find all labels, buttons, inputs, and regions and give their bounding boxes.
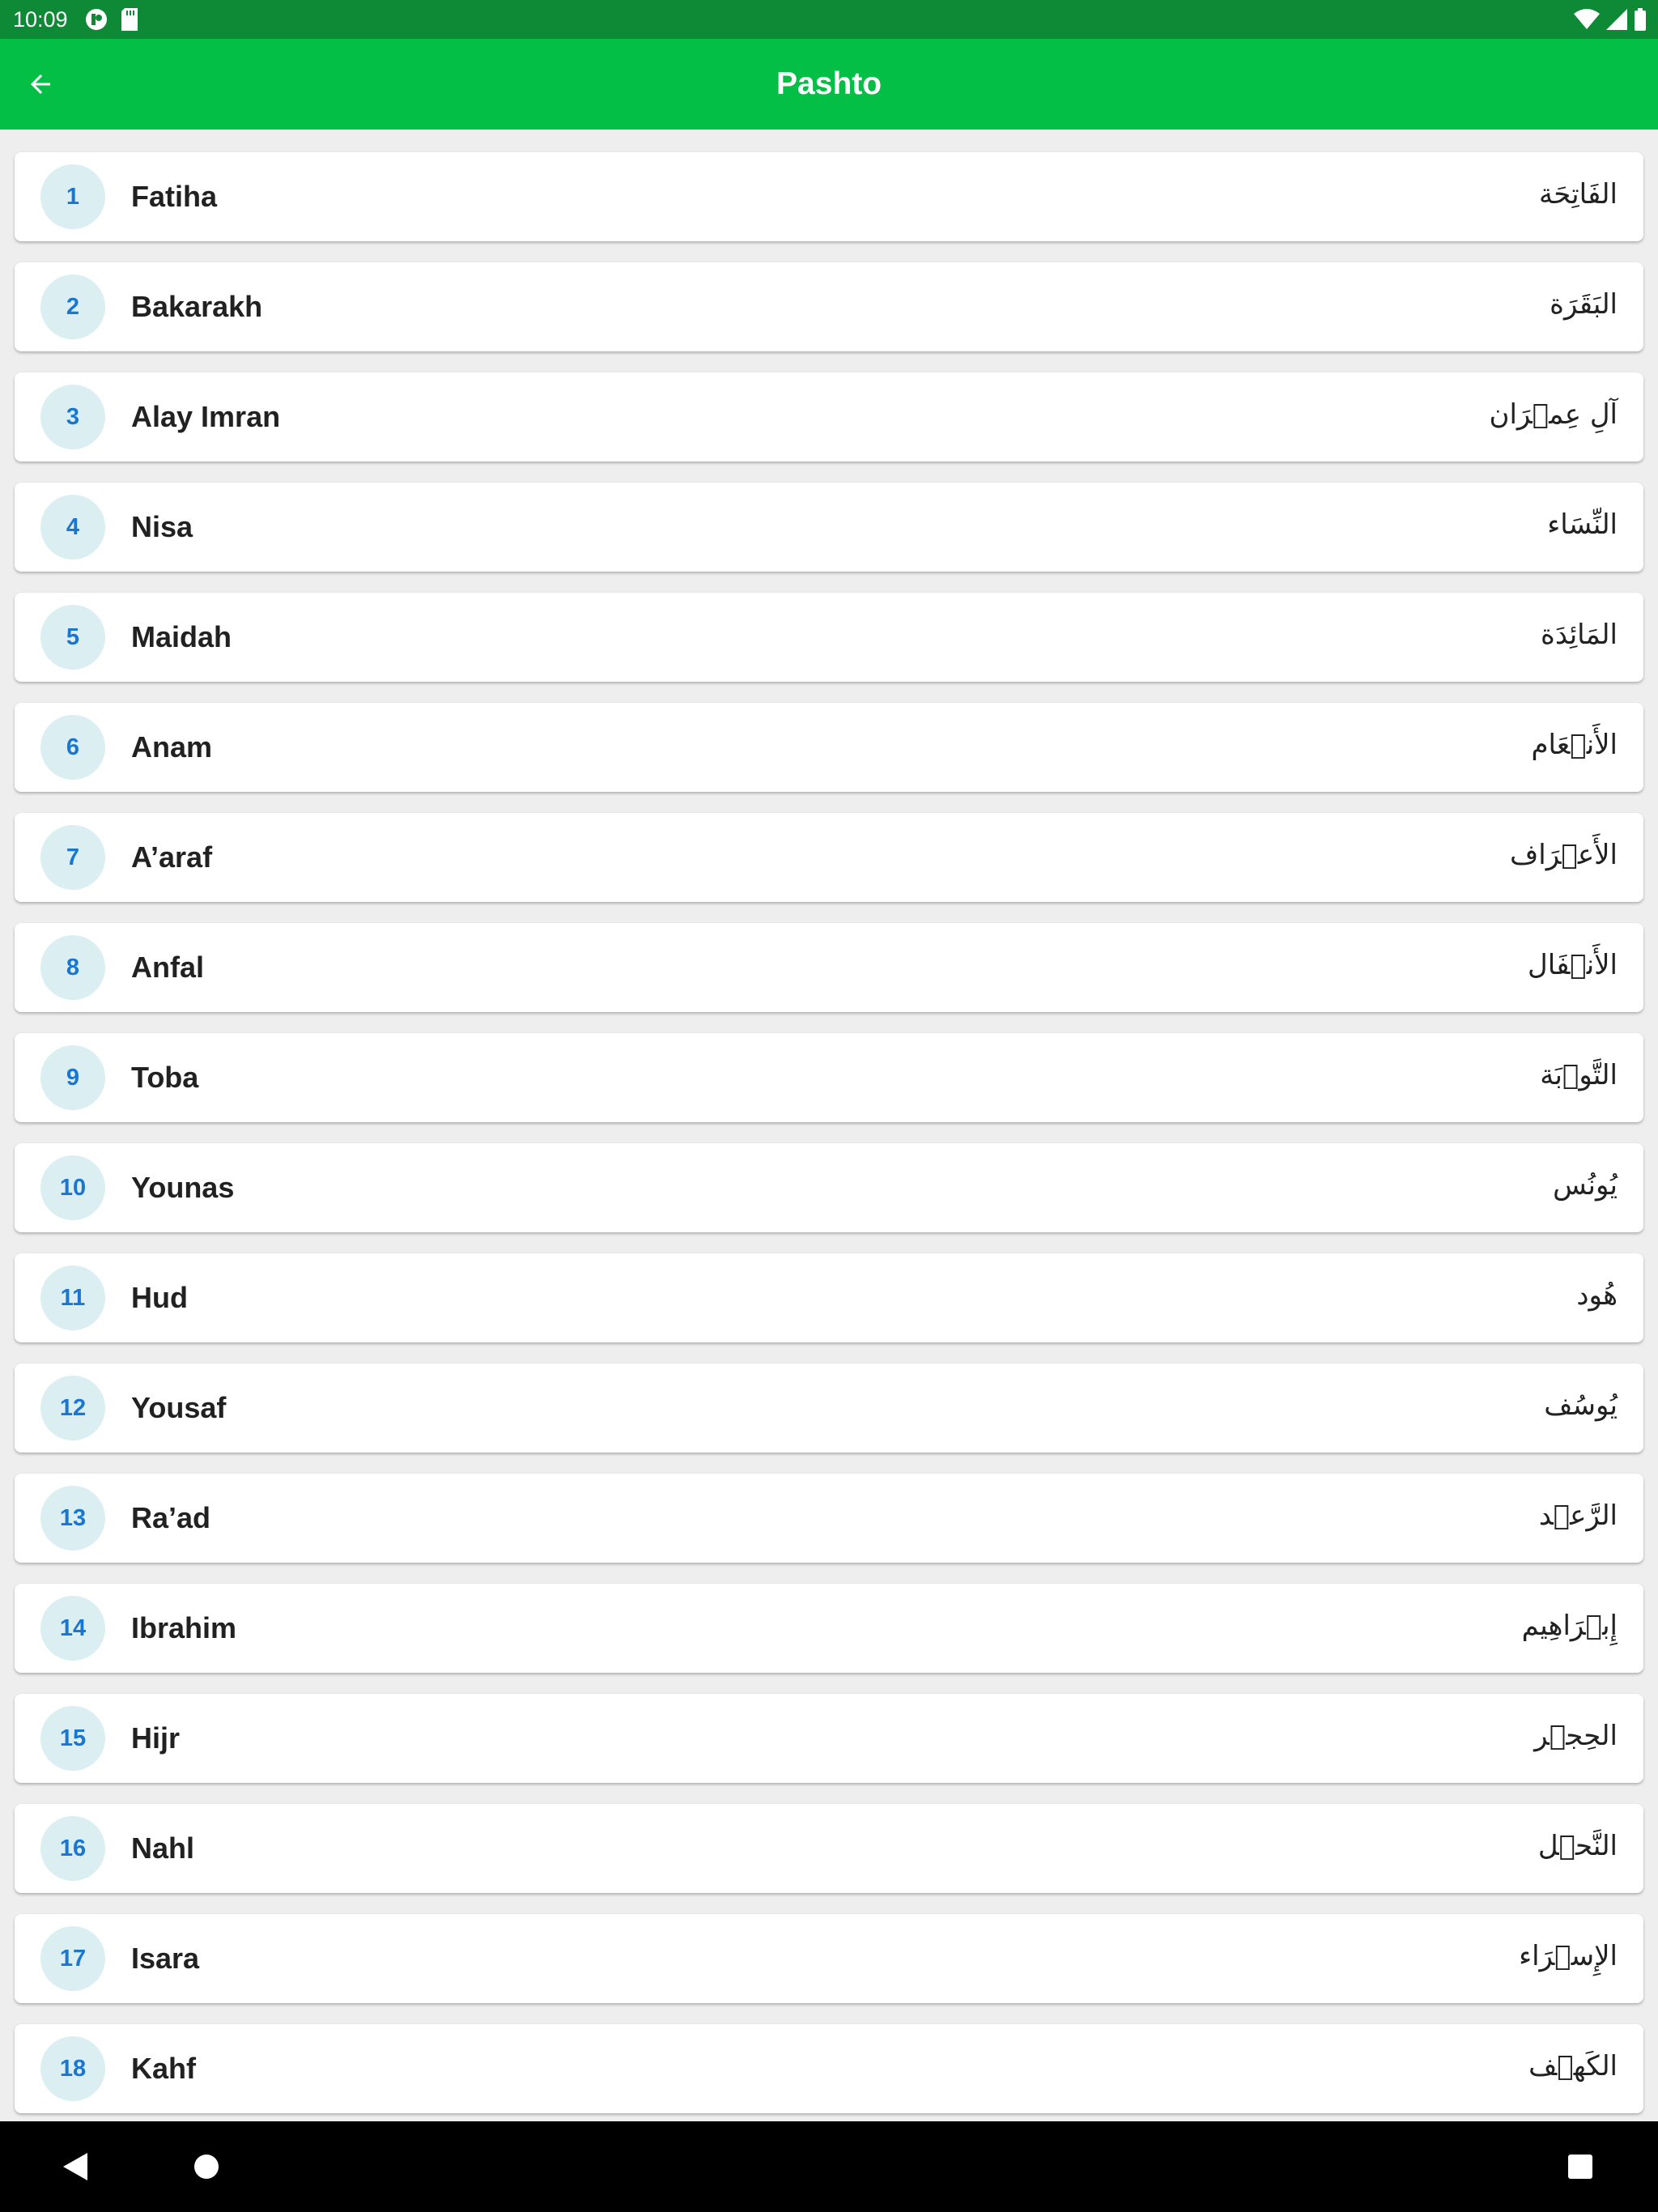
surah-arabic-name: المَائِدَة bbox=[1541, 619, 1618, 651]
status-system-icons bbox=[1574, 7, 1647, 32]
surah-arabic-name: يُونُس bbox=[1553, 1169, 1618, 1202]
surah-number-badge: 1 bbox=[40, 164, 105, 229]
surah-item[interactable]: 4 Nisa النِّسَاء bbox=[15, 483, 1643, 572]
surah-name: Younas bbox=[131, 1171, 235, 1204]
surah-number-badge: 14 bbox=[40, 1596, 105, 1661]
surah-name: Anam bbox=[131, 730, 213, 764]
surah-number-badge: 6 bbox=[40, 715, 105, 780]
square-recents-icon bbox=[1568, 2155, 1592, 2179]
surah-item[interactable]: 11 Hud هُود bbox=[15, 1253, 1643, 1342]
surah-name: Anfal bbox=[131, 951, 204, 984]
surah-item[interactable]: 8 Anfal الأَنۡفَال bbox=[15, 923, 1643, 1012]
surah-arabic-name: يُوسُف bbox=[1544, 1389, 1618, 1422]
surah-number-badge: 18 bbox=[40, 2036, 105, 2101]
surah-name: Maidah bbox=[131, 620, 232, 653]
arrow-left-icon bbox=[31, 74, 50, 94]
nav-home-button[interactable] bbox=[177, 2138, 236, 2196]
surah-item[interactable]: 2 Bakarakh البَقَرَة bbox=[15, 262, 1643, 351]
surah-number-badge: 10 bbox=[40, 1155, 105, 1220]
surah-name: Nahl bbox=[131, 1831, 195, 1865]
status-notification-icons bbox=[84, 7, 139, 32]
surah-number-badge: 7 bbox=[40, 825, 105, 890]
surah-name: Ibrahim bbox=[131, 1611, 237, 1644]
surah-arabic-name: النِّسَاء bbox=[1547, 508, 1618, 541]
surah-name: Alay Imran bbox=[131, 400, 281, 433]
surah-item[interactable]: 10 Younas يُونُس bbox=[15, 1143, 1643, 1232]
surah-name: Hijr bbox=[131, 1721, 181, 1755]
triangle-back-icon bbox=[63, 2153, 87, 2180]
surah-arabic-name: البَقَرَة bbox=[1550, 288, 1618, 321]
surah-item[interactable]: 17 Isara الإِسۡرَاء bbox=[15, 1914, 1643, 2003]
surah-number-badge: 8 bbox=[40, 935, 105, 1000]
sd-card-icon bbox=[121, 8, 138, 31]
surah-arabic-name: الأَنۡعَام bbox=[1531, 729, 1618, 761]
battery-icon bbox=[1635, 8, 1646, 31]
surah-number-badge: 16 bbox=[40, 1816, 105, 1881]
surah-name: Ra’ad bbox=[131, 1501, 211, 1534]
nav-recents-button[interactable] bbox=[1551, 2138, 1609, 2196]
surah-arabic-name: الفَاتِحَة bbox=[1538, 178, 1618, 211]
surah-name: Nisa bbox=[131, 510, 193, 543]
surah-item[interactable]: 13 Ra’ad الرَّعۡد bbox=[15, 1474, 1643, 1563]
surah-name: Isara bbox=[131, 1942, 200, 1975]
surah-arabic-name: الأَعۡرَاف bbox=[1510, 839, 1618, 871]
surah-arabic-name: الأَنۡفَال bbox=[1528, 949, 1618, 981]
surah-list[interactable]: 1 Fatiha الفَاتِحَة 2 Bakarakh البَقَرَة… bbox=[0, 130, 1658, 2121]
surah-item[interactable]: 1 Fatiha الفَاتِحَة bbox=[15, 152, 1643, 241]
surah-arabic-name: النَّحۡل bbox=[1537, 1830, 1618, 1862]
surah-item[interactable]: 6 Anam الأَنۡعَام bbox=[15, 703, 1643, 792]
surah-arabic-name: الكَهۡف bbox=[1528, 2050, 1618, 2082]
back-button[interactable] bbox=[18, 62, 63, 107]
surah-name: Kahf bbox=[131, 2052, 196, 2085]
surah-item[interactable]: 12 Yousaf يُوسُف bbox=[15, 1363, 1643, 1453]
surah-number-badge: 9 bbox=[40, 1045, 105, 1110]
surah-name: Fatiha bbox=[131, 180, 218, 213]
surah-arabic-name: الحِجۡر bbox=[1534, 1720, 1618, 1752]
surah-arabic-name: التَّوۡبَة bbox=[1540, 1059, 1618, 1091]
surah-arabic-name: هُود bbox=[1576, 1279, 1618, 1312]
surah-arabic-name: إِبۡرَاهِيم bbox=[1521, 1610, 1618, 1642]
surah-number-badge: 2 bbox=[40, 274, 105, 339]
app-bar: Pashto bbox=[0, 39, 1658, 130]
surah-arabic-name: الرَّعۡد bbox=[1538, 1499, 1618, 1532]
circle-home-icon bbox=[194, 2155, 219, 2179]
surah-item[interactable]: 14 Ibrahim إِبۡرَاهِيم bbox=[15, 1584, 1643, 1673]
surah-number-badge: 13 bbox=[40, 1486, 105, 1551]
surah-name: Hud bbox=[131, 1281, 188, 1314]
surah-item[interactable]: 16 Nahl النَّحۡل bbox=[15, 1804, 1643, 1893]
surah-name: A’araf bbox=[131, 840, 213, 874]
surah-item[interactable]: 18 Kahf الكَهۡف bbox=[15, 2024, 1643, 2113]
surah-name: Toba bbox=[131, 1061, 199, 1094]
page-title: Pashto bbox=[776, 66, 882, 101]
surah-number-badge: 15 bbox=[40, 1706, 105, 1771]
surah-number-badge: 4 bbox=[40, 495, 105, 559]
surah-item[interactable]: 5 Maidah المَائِدَة bbox=[15, 593, 1643, 682]
surah-number-badge: 17 bbox=[40, 1926, 105, 1991]
system-nav-bar bbox=[0, 2121, 1658, 2212]
nav-back-button[interactable] bbox=[47, 2138, 105, 2196]
surah-item[interactable]: 15 Hijr الحِجۡر bbox=[15, 1694, 1643, 1783]
surah-number-badge: 12 bbox=[40, 1376, 105, 1440]
surah-item[interactable]: 7 A’araf الأَعۡرَاف bbox=[15, 813, 1643, 902]
cell-signal-icon bbox=[1606, 9, 1627, 30]
status-bar: 10:09 bbox=[0, 0, 1658, 39]
surah-item[interactable]: 9 Toba التَّوۡبَة bbox=[15, 1033, 1643, 1122]
surah-name: Yousaf bbox=[131, 1391, 227, 1424]
surah-item[interactable]: 3 Alay Imran آلِ عِمۡرَان bbox=[15, 372, 1643, 462]
surah-number-badge: 5 bbox=[40, 605, 105, 670]
surah-number-badge: 11 bbox=[40, 1266, 105, 1330]
surah-name: Bakarakh bbox=[131, 290, 263, 323]
surah-arabic-name: آلِ عِمۡرَان bbox=[1489, 398, 1618, 431]
app-notification-icon bbox=[86, 9, 107, 30]
surah-arabic-name: الإِسۡرَاء bbox=[1519, 1940, 1618, 1972]
wifi-icon bbox=[1574, 9, 1600, 29]
status-time: 10:09 bbox=[13, 7, 68, 32]
surah-number-badge: 3 bbox=[40, 385, 105, 449]
